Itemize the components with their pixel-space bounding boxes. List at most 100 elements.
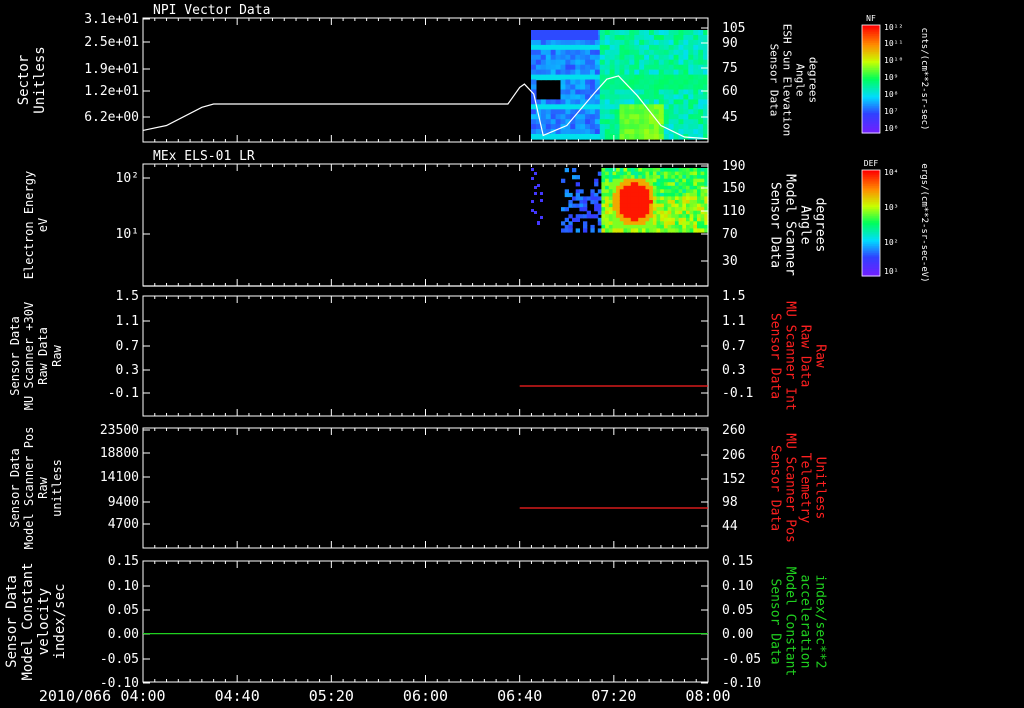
heatmap-cell [693,44,699,51]
heatmap-cell [700,175,705,180]
heatmap-cell [663,94,670,100]
heatmap-cell [619,39,625,46]
heatmap-cell [658,94,665,100]
heatmap-cell [689,221,694,226]
heatmap-cell [565,84,571,91]
heatmap-cell [624,114,630,120]
heatmap-cell [604,59,611,66]
heatmap-cell [629,49,635,56]
heatmap-cell [649,89,655,96]
heatmap-cell [604,84,611,91]
heatmap-cell [560,89,566,96]
heatmap-cell [683,74,689,81]
heatmap-cell [609,109,616,115]
heatmap-cell [678,119,684,125]
heatmap-cell [700,168,705,173]
heatmap-cell [594,44,601,51]
heatmap-cell [649,134,655,140]
heatmap-cell [678,84,684,91]
y-tick-label: 10¹ [116,227,139,242]
heatmap-cell [683,49,689,56]
y-tick-label: 1.9e+01 [84,62,139,77]
heatmap-cell [594,104,601,110]
heatmap-cell [624,35,630,41]
heatmap-cell [572,168,577,173]
heatmap-cell [667,221,672,226]
heatmap-cell [575,39,581,46]
heatmap-cell [653,35,660,41]
heatmap-cell [649,49,655,56]
heatmap-cell [663,59,670,66]
colorbar-tick-label: 10⁶ [884,124,898,133]
heatmap-cell [634,69,640,76]
heatmap-cell [601,200,606,205]
heatmap-cell [614,129,621,135]
heatmap-cell [656,207,661,212]
heatmap-cell [550,104,557,110]
heatmap-cell [609,35,616,41]
heatmap-cell [605,175,610,180]
heatmap-cell [616,189,621,194]
heatmap-cell [580,69,586,76]
heatmap-cell [693,196,698,201]
heatmap-cell [649,196,654,201]
heatmap-cell [698,69,704,76]
y-axis-label: MU Scanner +30V [22,302,36,410]
heatmap-cell [545,109,552,115]
heatmap-cell [668,35,675,41]
right-y-tick-label: 206 [722,448,745,463]
heatmap-cell [609,54,616,61]
heatmap-cell [688,94,694,100]
heatmap-cell [688,114,694,120]
heatmap-cell [663,44,670,51]
heatmap-cell [693,168,698,173]
heatmap-cell [550,49,557,56]
heatmap-cell [624,64,630,71]
heatmap-cell [668,84,675,91]
heatmap-cell [599,44,606,51]
heatmap-cell [575,64,581,71]
heatmap-cell [624,99,630,105]
heatmap-cell [535,99,542,105]
x-tick-label: 04:40 [215,687,260,705]
heatmap-cell [644,59,650,66]
heatmap-cell [580,134,586,140]
heatmap-cell [693,74,699,81]
heatmap-cell [667,182,672,187]
heatmap-cell [565,129,571,135]
heatmap-cell [629,94,635,100]
y-axis-label: Raw [50,344,64,366]
heatmap-cell [604,49,611,56]
heatmap-cell [658,59,665,66]
heatmap-cell [667,175,672,180]
heatmap-cell [653,69,660,76]
heatmap-cell [629,109,635,115]
heatmap-cell [639,74,645,81]
heatmap-cell [614,104,621,110]
heatmap-cell [619,104,625,110]
heatmap-cell [609,49,616,56]
y-tick-label: 6.2e+00 [84,110,139,125]
heatmap-cell [688,74,694,81]
heatmap-cell [678,104,684,110]
heatmap-cell [644,129,650,135]
heatmap-cell [616,196,621,201]
y-axis-label: Sensor Data [8,316,22,395]
heatmap-cell [673,84,680,91]
heatmap-cell [565,134,571,140]
heatmap-cell [668,89,675,96]
heatmap-cell [619,64,625,71]
heatmap-cell [599,129,606,135]
heatmap-cell [585,59,591,66]
heatmap-cell [590,54,596,61]
heatmap-cell [605,168,610,173]
heatmap-cell [634,228,639,233]
heatmap-cell [599,54,606,61]
heatmap-cell [678,49,684,56]
heatmap-cell [644,49,650,56]
right-y-axis-label: Raw Data [798,325,813,388]
heatmap-cell [639,64,645,71]
heatmap-cell [639,39,645,46]
heatmap-cell [630,214,636,219]
heatmap-cell [535,69,542,76]
